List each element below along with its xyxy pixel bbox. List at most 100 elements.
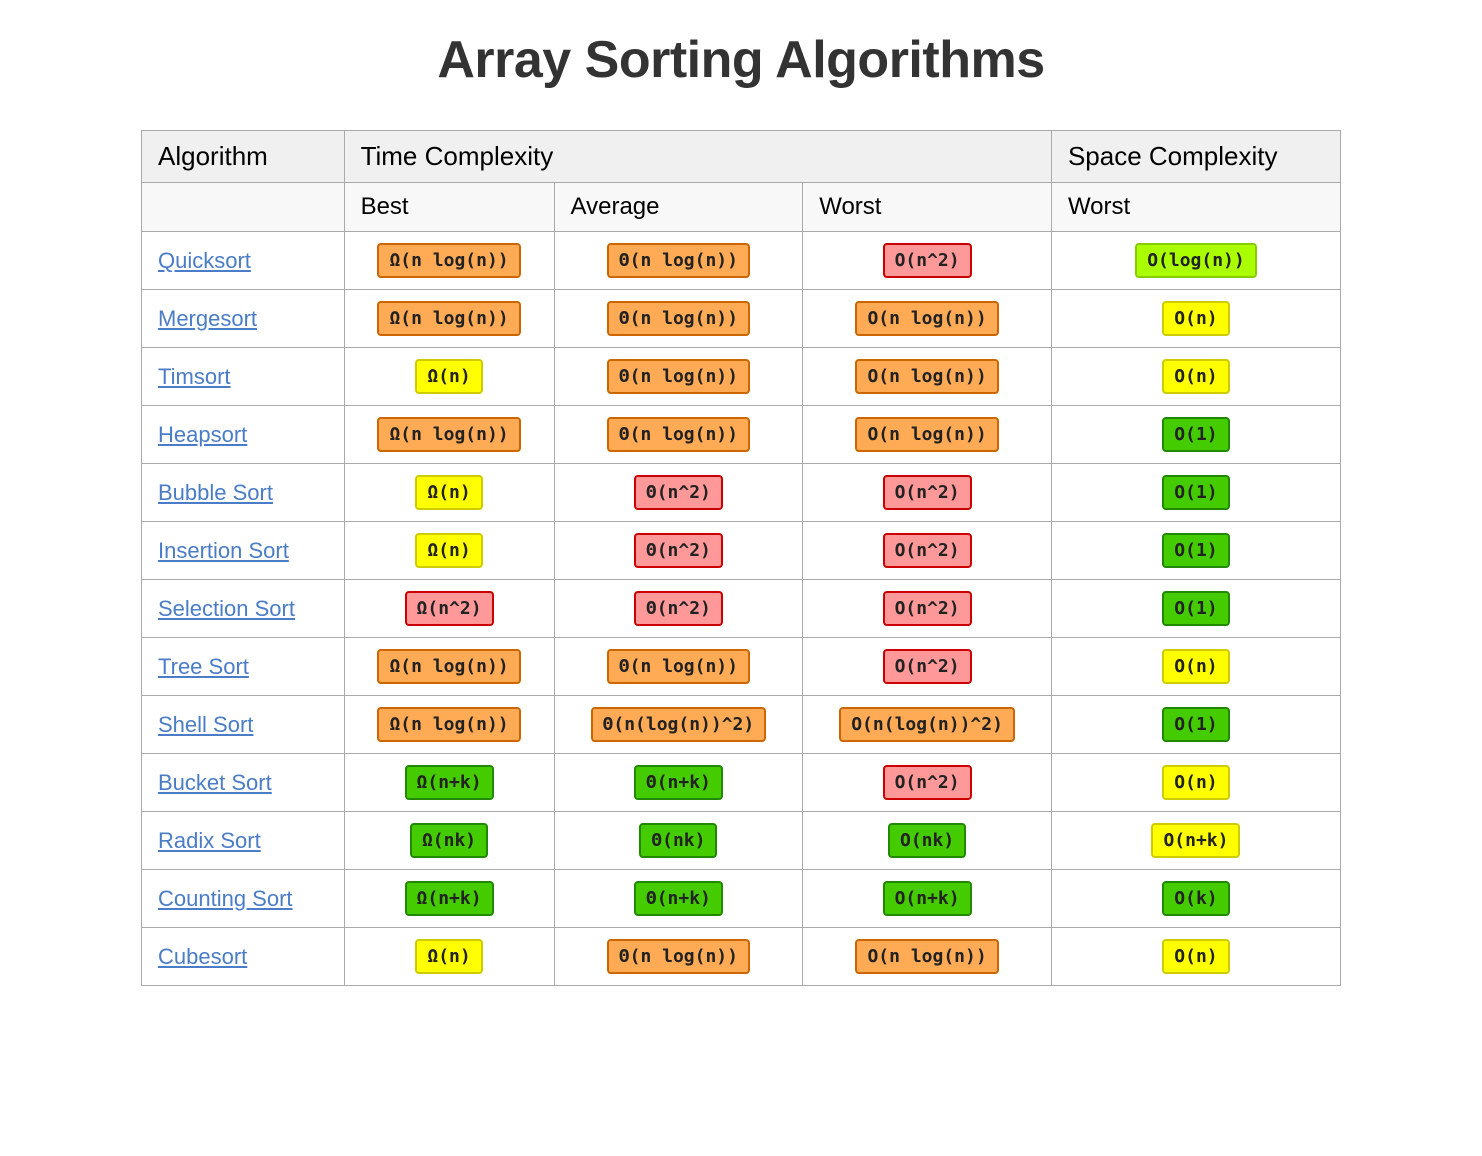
best-badge: Ω(n log(n)) — [377, 707, 520, 742]
worst-cell: O(n^2) — [803, 232, 1052, 290]
algo-name-cell[interactable]: Insertion Sort — [142, 522, 345, 580]
best-cell: Ω(n log(n)) — [344, 406, 554, 464]
best-badge: Ω(n^2) — [405, 591, 494, 626]
algo-name-cell[interactable]: Heapsort — [142, 406, 345, 464]
header-row-2: Best Average Worst Worst — [142, 183, 1341, 232]
best-cell: Ω(n) — [344, 522, 554, 580]
algo-name-cell[interactable]: Cubesort — [142, 928, 345, 986]
best-cell: Ω(n+k) — [344, 754, 554, 812]
table-row: Bubble Sort Ω(n) Θ(n^2) O(n^2) O(1) — [142, 464, 1341, 522]
worst-badge: O(n+k) — [883, 881, 972, 916]
average-cell: Θ(n log(n)) — [554, 232, 803, 290]
space-cell: O(1) — [1051, 522, 1340, 580]
worst-cell: O(n+k) — [803, 870, 1052, 928]
worst-cell: O(n log(n)) — [803, 928, 1052, 986]
col-space-complexity: Space Complexity — [1051, 131, 1340, 183]
space-badge: O(n) — [1162, 765, 1229, 800]
space-cell: O(n) — [1051, 348, 1340, 406]
algo-name-cell[interactable]: Mergesort — [142, 290, 345, 348]
table-row: Timsort Ω(n) Θ(n log(n)) O(n log(n)) O(n) — [142, 348, 1341, 406]
worst-badge: O(n^2) — [883, 591, 972, 626]
average-badge: Θ(n+k) — [634, 765, 723, 800]
subheader-worst-space: Worst — [1051, 183, 1340, 232]
best-cell: Ω(nk) — [344, 812, 554, 870]
worst-cell: O(nk) — [803, 812, 1052, 870]
space-cell: O(log(n)) — [1051, 232, 1340, 290]
worst-cell: O(n log(n)) — [803, 406, 1052, 464]
average-badge: Θ(n(log(n))^2) — [591, 707, 767, 742]
average-badge: Θ(n log(n)) — [607, 417, 750, 452]
average-cell: Θ(n log(n)) — [554, 638, 803, 696]
space-cell: O(k) — [1051, 870, 1340, 928]
table-row: Shell Sort Ω(n log(n)) Θ(n(log(n))^2) O(n(l… — [142, 696, 1341, 754]
algo-name-cell[interactable]: Tree Sort — [142, 638, 345, 696]
worst-cell: O(n^2) — [803, 638, 1052, 696]
algo-name-cell[interactable]: Selection Sort — [142, 580, 345, 638]
average-badge: Θ(n^2) — [634, 533, 723, 568]
worst-badge: O(n^2) — [883, 243, 972, 278]
space-badge: O(1) — [1162, 475, 1229, 510]
best-badge: Ω(n) — [415, 939, 482, 974]
average-badge: Θ(n log(n)) — [607, 243, 750, 278]
algo-name-cell[interactable]: Bucket Sort — [142, 754, 345, 812]
worst-badge: O(n(log(n))^2) — [839, 707, 1015, 742]
worst-cell: O(n^2) — [803, 464, 1052, 522]
worst-cell: O(n log(n)) — [803, 290, 1052, 348]
average-cell: Θ(n^2) — [554, 522, 803, 580]
average-cell: Θ(n^2) — [554, 580, 803, 638]
worst-badge: O(n^2) — [883, 533, 972, 568]
best-cell: Ω(n log(n)) — [344, 638, 554, 696]
space-cell: O(n+k) — [1051, 812, 1340, 870]
algo-name-cell[interactable]: Counting Sort — [142, 870, 345, 928]
average-cell: Θ(n+k) — [554, 870, 803, 928]
table-row: Mergesort Ω(n log(n)) Θ(n log(n)) O(n log(n… — [142, 290, 1341, 348]
space-cell: O(n) — [1051, 928, 1340, 986]
algo-name-cell[interactable]: Timsort — [142, 348, 345, 406]
algo-name-cell[interactable]: Shell Sort — [142, 696, 345, 754]
header-row-1: Algorithm Time Complexity Space Complexi… — [142, 131, 1341, 183]
space-badge: O(n) — [1162, 359, 1229, 394]
best-badge: Ω(n+k) — [405, 765, 494, 800]
average-cell: Θ(n+k) — [554, 754, 803, 812]
worst-badge: O(n log(n)) — [855, 359, 998, 394]
space-badge: O(n+k) — [1151, 823, 1240, 858]
best-badge: Ω(n+k) — [405, 881, 494, 916]
table-body: QuicksortΩ(n log(n))Θ(n log(n))O(n^2)O(l… — [142, 232, 1341, 986]
best-cell: Ω(n) — [344, 464, 554, 522]
best-cell: Ω(n+k) — [344, 870, 554, 928]
worst-badge: O(n log(n)) — [855, 939, 998, 974]
average-cell: Θ(n log(n)) — [554, 348, 803, 406]
subheader-empty — [142, 183, 345, 232]
col-time-complexity: Time Complexity — [344, 131, 1051, 183]
best-badge: Ω(nk) — [410, 823, 488, 858]
best-badge: Ω(n log(n)) — [377, 417, 520, 452]
average-badge: Θ(n log(n)) — [607, 301, 750, 336]
average-badge: Θ(n^2) — [634, 475, 723, 510]
table-row: Heapsort Ω(n log(n)) Θ(n log(n)) O(n log(n)… — [142, 406, 1341, 464]
best-cell: Ω(n log(n)) — [344, 290, 554, 348]
best-badge: Ω(n log(n)) — [377, 301, 520, 336]
best-cell: Ω(n) — [344, 348, 554, 406]
best-cell: Ω(n log(n)) — [344, 696, 554, 754]
algo-name-cell[interactable]: Quicksort — [142, 232, 345, 290]
best-badge: Ω(n log(n)) — [377, 243, 520, 278]
space-badge: O(log(n)) — [1135, 243, 1257, 278]
algo-name-cell[interactable]: Radix Sort — [142, 812, 345, 870]
average-badge: Θ(n+k) — [634, 881, 723, 916]
best-badge: Ω(n) — [415, 359, 482, 394]
space-cell: O(n) — [1051, 290, 1340, 348]
worst-badge: O(n^2) — [883, 475, 972, 510]
algo-name-cell[interactable]: Bubble Sort — [142, 464, 345, 522]
worst-badge: O(n log(n)) — [855, 301, 998, 336]
subheader-best: Best — [344, 183, 554, 232]
best-badge: Ω(n) — [415, 475, 482, 510]
average-cell: Θ(n(log(n))^2) — [554, 696, 803, 754]
worst-badge: O(n^2) — [883, 765, 972, 800]
best-cell: Ω(n log(n)) — [344, 232, 554, 290]
space-cell: O(1) — [1051, 406, 1340, 464]
sorting-table: Algorithm Time Complexity Space Complexi… — [141, 130, 1341, 986]
subheader-average: Average — [554, 183, 803, 232]
table-row: Selection SortΩ(n^2)Θ(n^2)O(n^2)O(1) — [142, 580, 1341, 638]
space-badge: O(1) — [1162, 707, 1229, 742]
table-row: CubesortΩ(n)Θ(n log(n))O(n log(n))O(n) — [142, 928, 1341, 986]
